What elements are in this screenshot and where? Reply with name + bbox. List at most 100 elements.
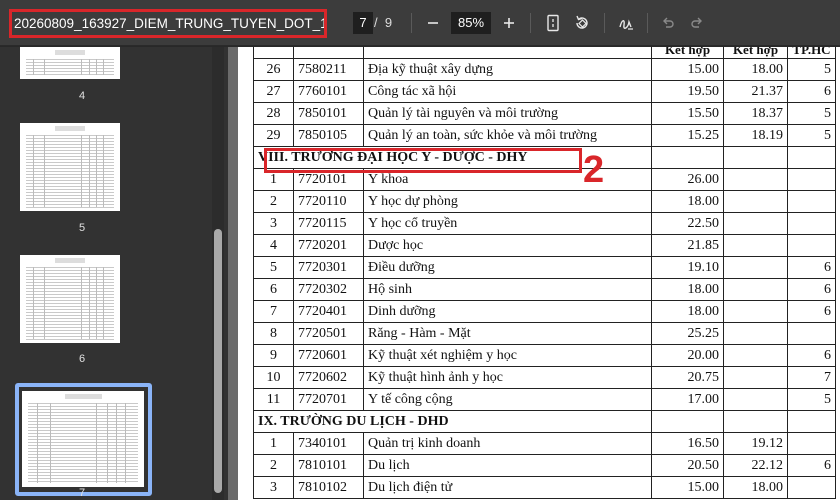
page-number-input[interactable]: 7 bbox=[353, 12, 373, 34]
table-row: 7 7720401 Dinh dưỡng 18.00 6 bbox=[253, 300, 836, 323]
major-name: Quản trị kinh doanh bbox=[363, 432, 652, 455]
score-value bbox=[723, 344, 788, 367]
score-value: 6 bbox=[787, 278, 836, 301]
major-code: 7810102 bbox=[293, 476, 364, 499]
score-value: 18.00 bbox=[723, 58, 788, 81]
major-name: Quản lý tài nguyên và môi trường bbox=[363, 102, 652, 125]
table-row: 4 7720201 Dược học 21.85 bbox=[253, 234, 836, 257]
section-title: IX. TRƯỜNG DU LỊCH - DHD bbox=[253, 410, 652, 433]
thumbnail-page-6[interactable] bbox=[18, 255, 148, 343]
draw-icon[interactable] bbox=[614, 11, 638, 35]
major-code: 7850101 bbox=[293, 102, 364, 125]
annotation-highlight-box bbox=[264, 148, 582, 173]
score-value bbox=[723, 366, 788, 389]
table-row: 27 7760101 Công tác xã hội 19.50 21.37 6 bbox=[253, 80, 836, 103]
row-number: 3 bbox=[253, 476, 294, 499]
score-value bbox=[787, 168, 836, 191]
thumbnail-page-7[interactable] bbox=[22, 391, 152, 487]
score-value bbox=[723, 256, 788, 279]
score-value: 18.37 bbox=[723, 102, 788, 125]
undo-icon[interactable] bbox=[656, 11, 680, 35]
major-name: Kỹ thuật xét nghiệm y học bbox=[363, 344, 652, 367]
thumbnail-label: 7 bbox=[78, 487, 86, 499]
major-name: Dinh dưỡng bbox=[363, 300, 652, 323]
score-value: 20.00 bbox=[651, 344, 724, 367]
table-row: 3 7720115 Y học cổ truyền 22.50 bbox=[253, 212, 836, 235]
score-value: 20.50 bbox=[651, 454, 724, 477]
thumbnail-page-4[interactable] bbox=[18, 47, 148, 79]
score-value: 15.00 bbox=[651, 476, 724, 499]
major-name: Răng - Hàm - Mặt bbox=[363, 322, 652, 345]
empty-cell bbox=[723, 410, 788, 433]
divider bbox=[647, 13, 648, 33]
table-row: 6 7720302 Hộ sinh 18.00 6 bbox=[253, 278, 836, 301]
major-code: 7720602 bbox=[293, 366, 364, 389]
major-code: 7720501 bbox=[293, 322, 364, 345]
table-row: 8 7720501 Răng - Hàm - Mặt 25.25 bbox=[253, 322, 836, 345]
row-number: 3 bbox=[253, 212, 294, 235]
score-value: 21.85 bbox=[651, 234, 724, 257]
row-number: 1 bbox=[253, 432, 294, 455]
column-header bbox=[363, 47, 652, 59]
empty-cell bbox=[787, 146, 836, 169]
table-row: 26 7580211 Địa kỹ thuật xây dựng 15.00 18.00… bbox=[253, 58, 836, 81]
thumbnail-page-5[interactable] bbox=[18, 123, 148, 211]
major-name: Du lịch điện tử bbox=[363, 476, 652, 499]
score-value bbox=[723, 190, 788, 213]
score-value bbox=[723, 212, 788, 235]
file-name-title: 20260809_163927_DIEM_TRUNG_TUYEN_DOT_111… bbox=[9, 9, 327, 38]
column-header: TP.HC bbox=[787, 47, 836, 59]
rotate-icon[interactable] bbox=[570, 11, 594, 35]
score-value: 22.50 bbox=[651, 212, 724, 235]
major-code: 7850105 bbox=[293, 124, 364, 147]
major-name: Hộ sinh bbox=[363, 278, 652, 301]
total-pages: 9 bbox=[384, 15, 393, 30]
major-name: Kỹ thuật hình ảnh y học bbox=[363, 366, 652, 389]
section-row: IX. TRƯỜNG DU LỊCH - DHD bbox=[253, 410, 836, 433]
minus-icon[interactable] bbox=[421, 11, 445, 35]
major-code: 7720302 bbox=[293, 278, 364, 301]
redo-icon[interactable] bbox=[685, 11, 709, 35]
page-preview bbox=[22, 391, 144, 487]
divider bbox=[530, 13, 531, 33]
row-number: 27 bbox=[253, 80, 294, 103]
divider bbox=[604, 13, 605, 33]
score-value: 18.00 bbox=[651, 300, 724, 323]
score-value: 15.00 bbox=[651, 58, 724, 81]
table-row: 5 7720301 Điều dưỡng 19.10 6 bbox=[253, 256, 836, 279]
document-viewer[interactable]: Kết hợp Kết hợp TP.HC 26 7580211 Địa kỹ thuật… bbox=[228, 47, 840, 500]
row-number: 8 bbox=[253, 322, 294, 345]
major-code: 7580211 bbox=[293, 58, 364, 81]
scrollbar-thumb[interactable] bbox=[214, 229, 222, 493]
toolbar: 20260809_163927_DIEM_TRUNG_TUYEN_DOT_111… bbox=[0, 0, 840, 95]
major-name: Quản lý an toàn, sức khỏe và môi trường bbox=[363, 124, 652, 147]
table-row: 2 7810101 Du lịch 20.50 22.12 6 bbox=[253, 454, 836, 477]
column-header: Kết hợp bbox=[723, 47, 788, 59]
row-number: 26 bbox=[253, 58, 294, 81]
page-preview bbox=[20, 47, 120, 79]
row-number: 11 bbox=[253, 388, 294, 411]
zoom-level[interactable]: 85% bbox=[451, 12, 491, 34]
score-value: 5 bbox=[787, 124, 836, 147]
empty-cell bbox=[651, 146, 724, 169]
row-number: 4 bbox=[253, 234, 294, 257]
score-value bbox=[787, 322, 836, 345]
table-row: 9 7720601 Kỹ thuật xét nghiệm y học 20.00 6 bbox=[253, 344, 836, 367]
score-value: 7 bbox=[787, 366, 836, 389]
plus-icon[interactable] bbox=[497, 11, 521, 35]
major-code: 7720701 bbox=[293, 388, 364, 411]
column-header bbox=[253, 47, 294, 59]
thumbnail-sidebar: 4 5 6 7 bbox=[0, 47, 228, 500]
major-code: 7720401 bbox=[293, 300, 364, 323]
score-value bbox=[787, 212, 836, 235]
row-number: 5 bbox=[253, 256, 294, 279]
score-value: 18.00 bbox=[651, 190, 724, 213]
score-value bbox=[723, 300, 788, 323]
fit-page-icon[interactable] bbox=[541, 11, 565, 35]
major-name: Điều dưỡng bbox=[363, 256, 652, 279]
score-value: 6 bbox=[787, 300, 836, 323]
score-value: 25.25 bbox=[651, 322, 724, 345]
score-value: 5 bbox=[787, 58, 836, 81]
major-name: Công tác xã hội bbox=[363, 80, 652, 103]
table-header-row: Kết hợp Kết hợp TP.HC bbox=[253, 47, 836, 59]
